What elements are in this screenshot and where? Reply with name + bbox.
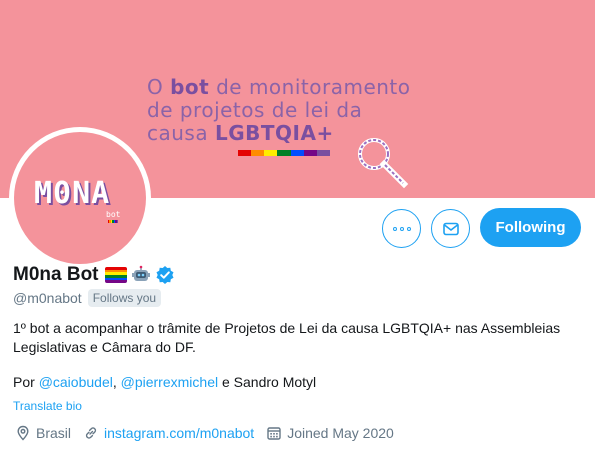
avatar-sub-text: bot (106, 210, 121, 219)
link-icon (85, 427, 97, 439)
calendar-icon (267, 427, 281, 440)
rainbow-flag-icon (104, 267, 127, 283)
rainbow-segment (238, 150, 252, 156)
profile-handle: @m0nabot (13, 290, 82, 306)
join-date-text: Joined May 2020 (287, 425, 394, 441)
website[interactable]: instagram.com/m0nabot (83, 425, 254, 441)
rainbow-stripe (238, 150, 330, 156)
rainbow-segment (277, 150, 291, 156)
rainbow-segment (116, 220, 118, 223)
profile-name: M0na Bot (13, 264, 99, 285)
rainbow-segment (303, 150, 317, 156)
magnifier-icon (358, 138, 409, 189)
mention-link-caiobudel[interactable]: @caiobudel (39, 374, 113, 390)
handle-row: @m0nabot Follows you (13, 289, 162, 307)
follows-you-badge: Follows you (87, 289, 162, 307)
avatar-rainbow-flag (108, 220, 118, 223)
avatar[interactable]: M0NA bot (14, 132, 146, 264)
envelope-icon (442, 222, 459, 235)
location-pin-icon (17, 425, 29, 441)
rainbow-segment (264, 150, 278, 156)
rainbow-segment (316, 150, 330, 156)
robot-icon (131, 265, 150, 281)
translate-bio-link[interactable]: Translate bio (13, 399, 82, 413)
join-date: Joined May 2020 (266, 425, 394, 441)
website-link[interactable]: instagram.com/m0nabot (104, 425, 254, 441)
profile-name-row: M0na Bot (13, 264, 175, 286)
more-icon (392, 226, 411, 231)
profile-bio: 1º bot a acompanhar o trâmite de Projeto… (13, 320, 561, 355)
mention-link-pierrexmichel[interactable]: @pierrexmichel (121, 374, 218, 390)
following-button[interactable]: Following (480, 208, 581, 247)
location: Brasil (15, 425, 71, 441)
location-text: Brasil (36, 425, 72, 441)
rainbow-segment (290, 150, 304, 156)
rainbow-segment (251, 150, 265, 156)
message-button[interactable] (431, 209, 470, 248)
bio-credits: Por @caiobudel, @pierrexmichel e Sandro … (13, 374, 317, 390)
more-button[interactable] (382, 209, 421, 248)
profile-meta: Brasil instagram.com/m0nabot Joined May … (15, 425, 406, 441)
avatar-logo: M0NA (34, 176, 111, 211)
verified-badge-icon (156, 266, 173, 284)
